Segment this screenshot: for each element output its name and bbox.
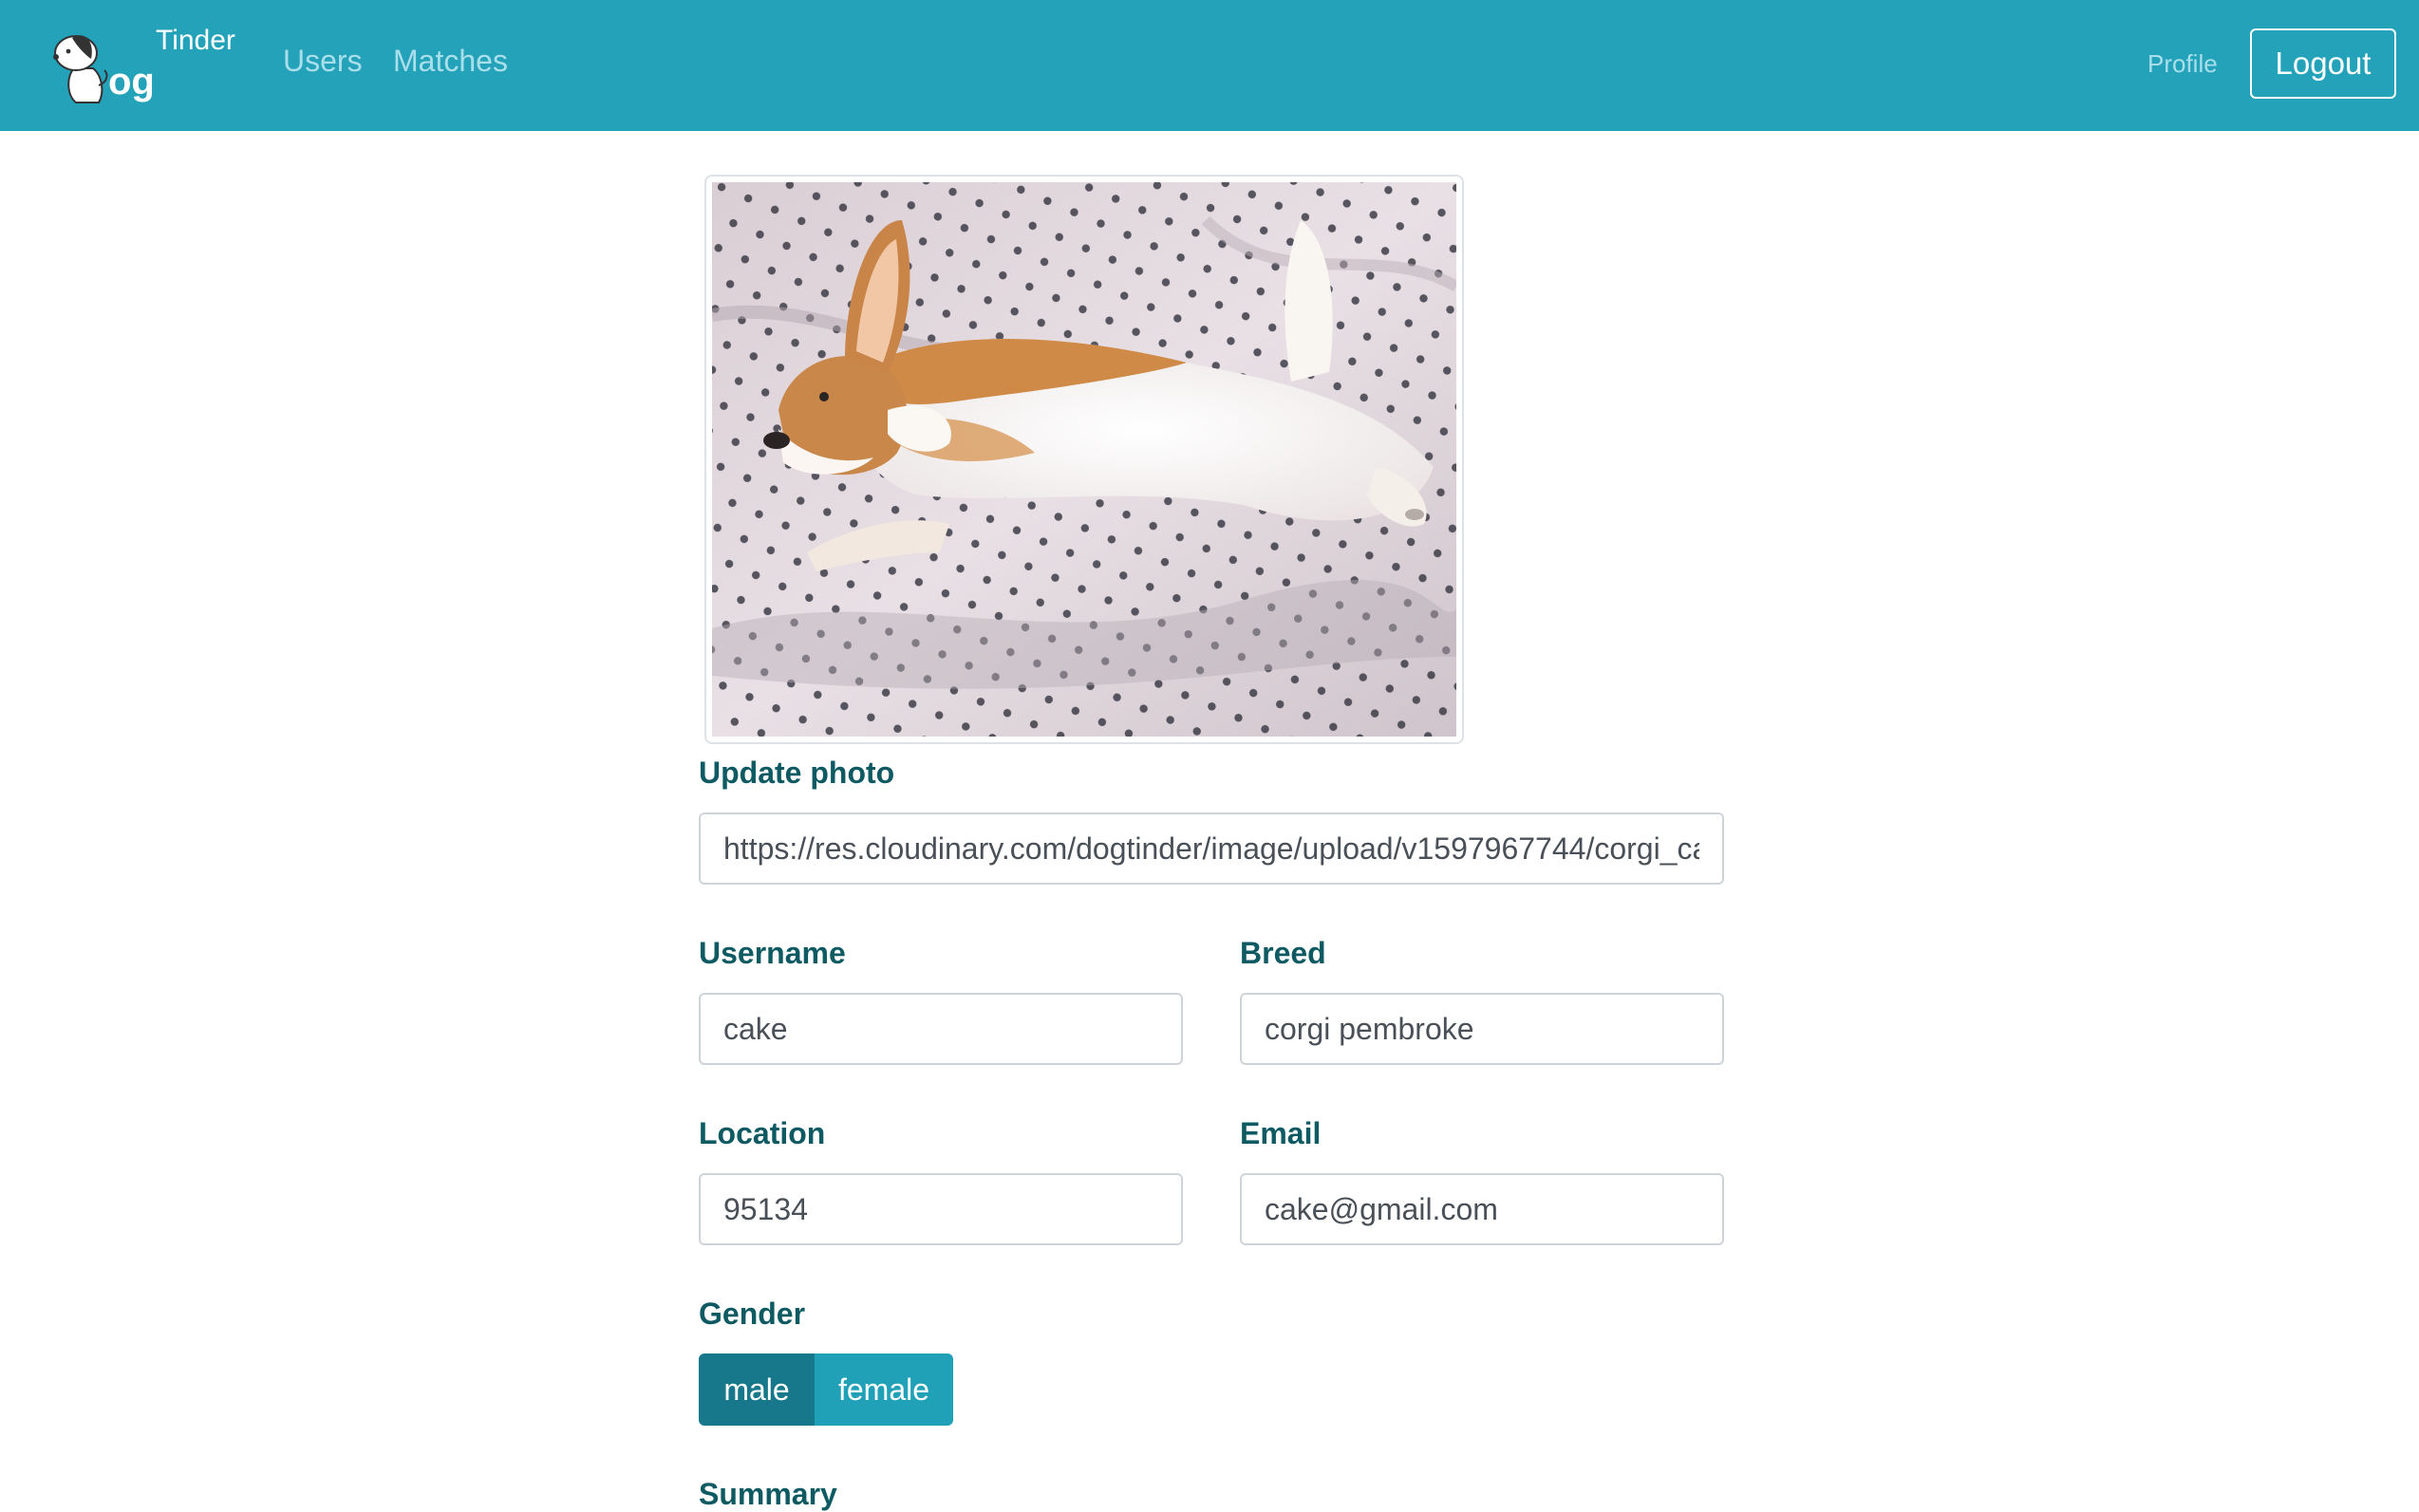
photo-url-input[interactable] — [699, 812, 1724, 885]
location-input[interactable] — [699, 1173, 1183, 1245]
breed-label: Breed — [1240, 936, 1326, 970]
gender-toggle: male female — [699, 1353, 953, 1426]
email-input[interactable] — [1240, 1173, 1724, 1245]
gender-female-button[interactable]: female — [815, 1353, 953, 1426]
summary-label: Summary — [699, 1477, 837, 1511]
update-photo-label: Update photo — [699, 756, 895, 790]
nav-link-users[interactable]: Users — [283, 44, 363, 79]
logout-button[interactable]: Logout — [2250, 28, 2396, 99]
email-label: Email — [1240, 1116, 1322, 1150]
dog-icon — [53, 35, 108, 103]
username-label: Username — [699, 936, 846, 970]
nav-link-matches[interactable]: Matches — [393, 44, 508, 79]
username-input[interactable] — [699, 993, 1183, 1065]
corgi-photo — [712, 182, 1456, 737]
profile-photo — [704, 175, 1464, 744]
brand-tinder-text: Tinder — [156, 25, 235, 56]
location-label: Location — [699, 1116, 826, 1150]
navbar: og Tinder Users Matches Profile Logout — [0, 0, 2419, 131]
gender-label: Gender — [699, 1297, 806, 1331]
brand-logo[interactable]: og Tinder — [46, 25, 245, 110]
gender-male-button[interactable]: male — [699, 1353, 815, 1426]
breed-input[interactable] — [1240, 993, 1724, 1065]
nav-link-profile[interactable]: Profile — [2147, 49, 2218, 79]
brand-og-text: og — [108, 61, 155, 103]
